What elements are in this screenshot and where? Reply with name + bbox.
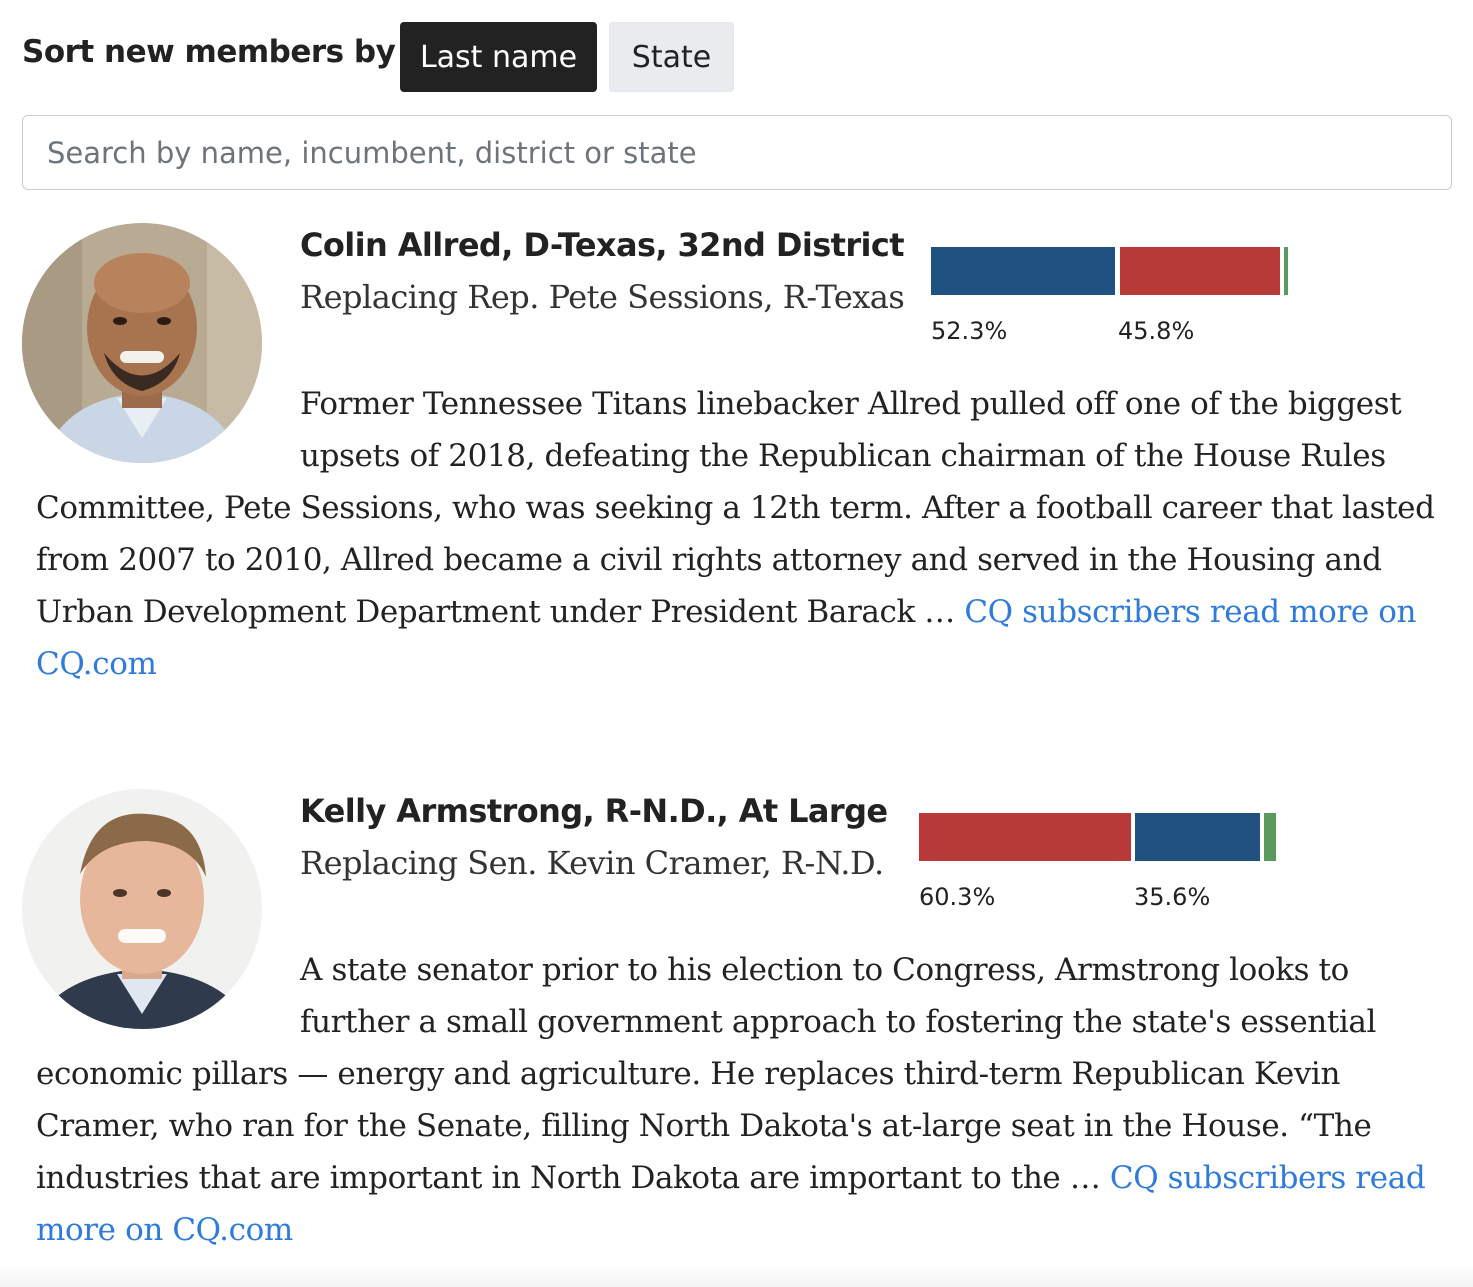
page-fade (0, 1265, 1473, 1287)
member-replacing: Replacing Sen. Kevin Cramer, R-N.D. (300, 844, 884, 882)
vote-share-democrat (1135, 813, 1260, 861)
sort-label: Sort new members by (22, 34, 396, 70)
vote-share-other (1264, 813, 1276, 861)
member-name: Kelly Armstrong, R-N.D., At Large (300, 792, 888, 830)
vote-share-label: 45.8% (1118, 317, 1195, 345)
vote-share-republican (1120, 247, 1280, 295)
vote-share-label: 35.6% (1134, 883, 1211, 911)
member-bio: A state senator prior to his election to… (36, 944, 1436, 1256)
vote-share-democrat (931, 247, 1115, 295)
vote-share-bar (919, 813, 1279, 861)
vote-share-label: 52.3% (931, 317, 1008, 345)
vote-share-label: 60.3% (919, 883, 996, 911)
sort-bar: Sort new members by Last name State (22, 22, 782, 92)
member-replacing: Replacing Rep. Pete Sessions, R-Texas (300, 278, 905, 316)
member-bio: Former Tennessee Titans linebacker Allre… (36, 378, 1436, 690)
search-input[interactable] (22, 115, 1452, 190)
vote-share-republican (919, 813, 1131, 861)
vote-share-other (1284, 247, 1288, 295)
vote-share-bar (931, 247, 1291, 295)
sort-state-button[interactable]: State (609, 22, 734, 92)
member-name: Colin Allred, D-Texas, 32nd District (300, 226, 905, 264)
sort-last-name-button[interactable]: Last name (400, 22, 597, 92)
